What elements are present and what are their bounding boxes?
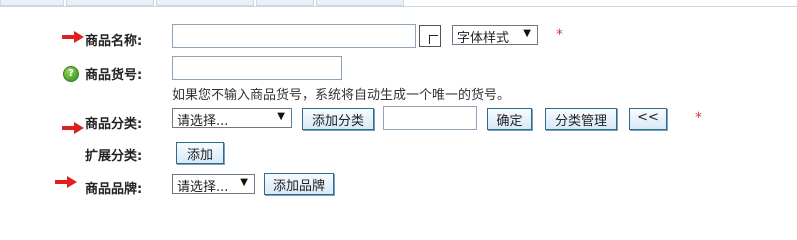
required-mark: * bbox=[695, 110, 702, 126]
tab-1[interactable] bbox=[0, 0, 64, 6]
goods-sn-label: 商品货号: bbox=[85, 68, 143, 83]
question-mark-icon[interactable]: ? bbox=[63, 66, 79, 82]
goods-name-label: 商品名称: bbox=[85, 34, 143, 49]
confirm-button[interactable]: 确定 bbox=[487, 108, 532, 130]
add-category-button[interactable]: 添加分类 bbox=[302, 108, 374, 130]
font-style-value: 字体样式 bbox=[457, 31, 510, 45]
brand-select-value: 请选择... bbox=[177, 180, 229, 194]
category-select[interactable]: 请选择... ▼ bbox=[172, 108, 292, 128]
collapse-button[interactable]: << bbox=[629, 108, 667, 130]
category-label: 商品分类: bbox=[85, 117, 143, 132]
tab-5[interactable] bbox=[316, 0, 404, 6]
dropdown-caret-icon: ▼ bbox=[523, 28, 531, 39]
color-picker-arrow-icon bbox=[429, 35, 438, 44]
tab-4[interactable] bbox=[256, 0, 314, 6]
color-picker[interactable] bbox=[419, 25, 441, 47]
brand-select[interactable]: 请选择... ▼ bbox=[172, 174, 255, 194]
goods-name-input[interactable] bbox=[172, 24, 416, 48]
goods-sn-hint: 如果您不输入商品货号，系统将自动生成一个唯一的货号。 bbox=[172, 88, 511, 103]
red-arrow-icon bbox=[62, 31, 84, 43]
red-arrow-icon bbox=[55, 176, 77, 188]
new-category-input[interactable] bbox=[383, 106, 477, 130]
category-select-value: 请选择... bbox=[177, 114, 229, 128]
font-style-select[interactable]: 字体样式 ▼ bbox=[452, 25, 538, 45]
dropdown-caret-icon: ▼ bbox=[240, 177, 248, 188]
required-mark: * bbox=[556, 27, 563, 43]
add-extended-category-button[interactable]: 添加 bbox=[176, 142, 224, 164]
brand-label: 商品品牌: bbox=[85, 182, 143, 197]
dropdown-caret-icon: ▼ bbox=[277, 111, 285, 122]
category-manage-button[interactable]: 分类管理 bbox=[545, 108, 617, 130]
tab-2[interactable] bbox=[66, 0, 154, 6]
red-arrow-icon bbox=[62, 122, 84, 134]
extended-category-label: 扩展分类: bbox=[85, 149, 143, 164]
tab-3[interactable] bbox=[156, 0, 254, 6]
goods-sn-input[interactable] bbox=[172, 56, 342, 80]
add-brand-button[interactable]: 添加品牌 bbox=[264, 173, 334, 195]
